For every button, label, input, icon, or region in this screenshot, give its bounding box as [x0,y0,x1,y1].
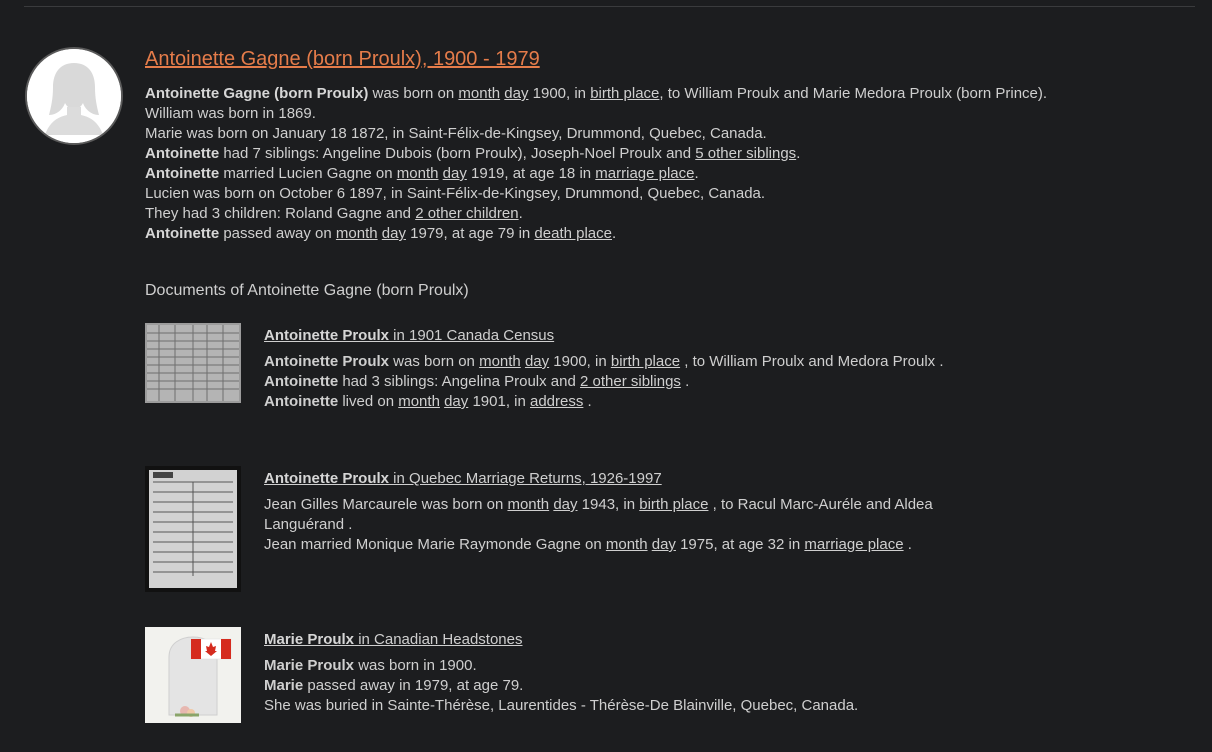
bio-line-death: Antoinette passed away on month day 1979… [145,225,617,242]
marriage-record-birth-day-link[interactable]: day [553,496,577,513]
census-birth-day-link[interactable]: day [525,353,549,370]
census-residence-day-link[interactable]: day [444,393,468,410]
census-birth-month-link[interactable]: month [479,353,521,370]
marriage-record-thumbnail[interactable] [145,466,241,592]
census-residence-month-link[interactable]: month [398,393,440,410]
census-thumbnail[interactable] [145,323,241,403]
top-divider [24,6,1195,7]
bio-line-children: They had 3 children: Roland Gagne and 2 … [145,205,523,222]
birth-place-link[interactable]: birth place [590,85,659,102]
female-silhouette-icon [27,49,121,143]
documents-heading: Documents of Antoinette Gagne (born Prou… [145,282,469,299]
marriage-record-place-link[interactable]: marriage place [804,536,903,553]
death-place-link[interactable]: death place [534,225,612,242]
bio-line-marriage: Antoinette married Lucien Gagne on month… [145,165,699,182]
bio-line-father: William was born in 1869. [145,105,316,122]
headstone-details: Marie Proulx in Canadian Headstones Mari… [264,630,964,716]
birth-month-link[interactable]: month [458,85,500,102]
marriage-record-page-icon [145,466,241,592]
person-title-link[interactable]: Antoinette Gagne (born Proulx), 1900 - 1… [145,44,540,74]
marriage-day-link[interactable]: day [443,165,467,182]
marriage-record-title[interactable]: Antoinette Proulx in Quebec Marriage Ret… [264,469,964,489]
birth-day-link[interactable]: day [504,85,528,102]
death-day-link[interactable]: day [382,225,406,242]
headstone-thumbnail[interactable] [145,627,241,723]
person-bio: Antoinette Gagne (born Proulx) was born … [145,84,1185,244]
headstone-title[interactable]: Marie Proulx in Canadian Headstones [264,630,964,650]
marriage-month-link[interactable]: month [397,165,439,182]
profile-avatar[interactable] [25,47,123,145]
census-title[interactable]: Antoinette Proulx in 1901 Canada Census [264,326,964,346]
bio-full-name: Antoinette Gagne (born Proulx) [145,85,369,102]
headstone-canada-flag-icon [145,627,241,723]
marriage-record-birth-place-link[interactable]: birth place [639,496,708,513]
bio-line-spouse: Lucien was born on October 6 1897, in Sa… [145,185,766,202]
marriage-record-details: Antoinette Proulx in Quebec Marriage Ret… [264,469,964,555]
marriage-record-month-link[interactable]: month [606,536,648,553]
bio-line-mother: Marie was born on January 18 1872, in Sa… [145,125,767,142]
other-children-link[interactable]: 2 other children [415,205,518,222]
death-month-link[interactable]: month [336,225,378,242]
census-other-siblings-link[interactable]: 2 other siblings [580,373,681,390]
bio-line-siblings: Antoinette had 7 siblings: Angeline Dubo… [145,145,801,162]
census-details: Antoinette Proulx in 1901 Canada Census … [264,326,964,412]
other-siblings-link[interactable]: 5 other siblings [695,145,796,162]
marriage-record-day-link[interactable]: day [652,536,676,553]
marriage-record-birth-month-link[interactable]: month [507,496,549,513]
bio-line-birth: Antoinette Gagne (born Proulx) was born … [145,85,1048,102]
census-address-link[interactable]: address [530,393,583,410]
census-page-icon [145,323,241,403]
census-birth-place-link[interactable]: birth place [611,353,680,370]
person-summary: Antoinette Gagne (born Proulx), 1900 - 1… [145,44,1185,244]
marriage-place-link[interactable]: marriage place [595,165,694,182]
